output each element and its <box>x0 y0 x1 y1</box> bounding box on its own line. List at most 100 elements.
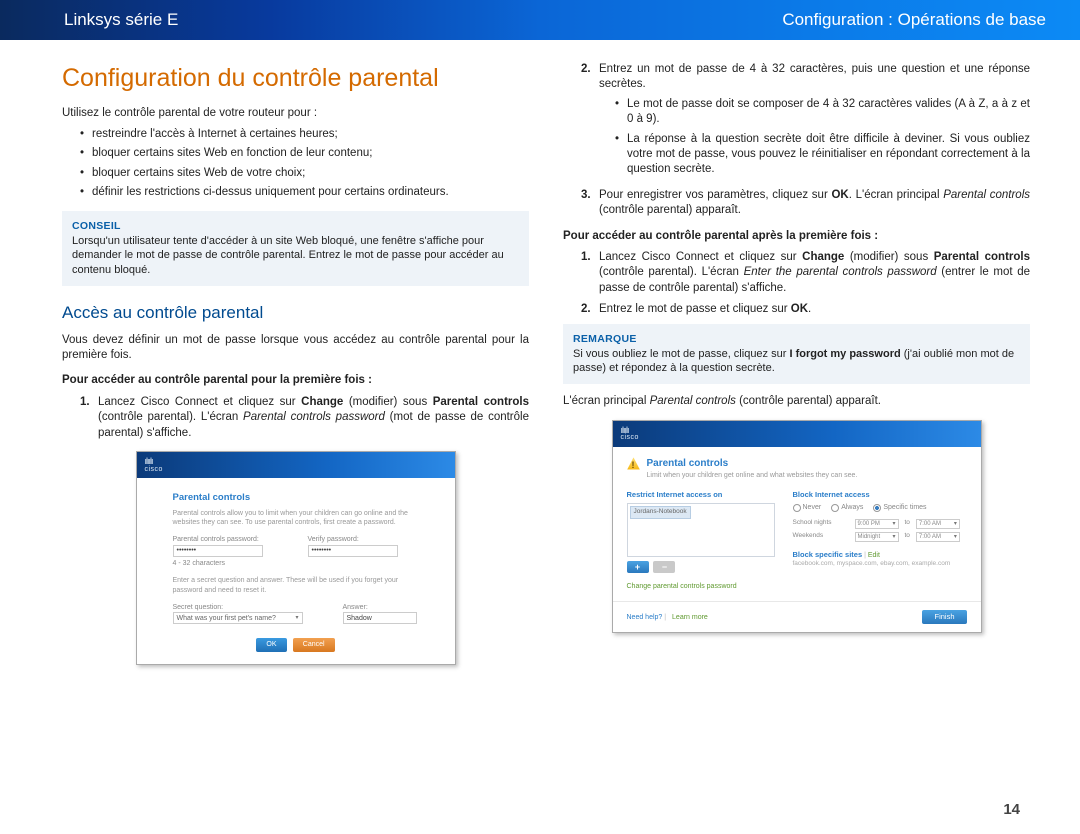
verify-input[interactable]: •••••••• <box>308 545 398 557</box>
remark-title: REMARQUE <box>573 332 1020 346</box>
radio-never[interactable] <box>793 504 801 512</box>
text: (contrôle parental). L'écran <box>599 266 744 278</box>
mock-title: Parental controls <box>647 457 858 470</box>
text: L'écran principal <box>563 395 650 407</box>
select-value: 9:00 PM <box>858 520 880 528</box>
bold: Change <box>301 396 343 408</box>
text: . <box>808 303 811 315</box>
list-body: Entrez un mot de passe de 4 à 32 caractè… <box>599 62 1030 182</box>
chevron-down-icon: ▾ <box>295 614 298 622</box>
secret-desc: Enter a secret question and answer. Thes… <box>173 576 419 595</box>
chevron-down-icon: ▾ <box>892 533 895 541</box>
intro-item: définir les restrictions ci-dessus uniqu… <box>80 185 529 200</box>
list-number: 1. <box>581 250 599 296</box>
chevron-down-icon: ▾ <box>954 533 957 541</box>
answer-label: Answer: <box>343 603 419 612</box>
sub-list: Le mot de passe doit se composer de 4 à … <box>615 97 1030 178</box>
first-time-heading: Pour accéder au contrôle parental pour l… <box>62 373 529 388</box>
section-heading: Accès au contrôle parental <box>62 302 529 325</box>
list-item: 1. Lancez Cisco Connect et cliquez sur C… <box>581 250 1030 296</box>
header-left: Linksys série E <box>64 10 178 30</box>
list-item: 3. Pour enregistrer vos paramètres, cliq… <box>581 188 1030 219</box>
radio-label: Never <box>803 504 822 511</box>
device-item[interactable]: Jordans-Notebook <box>630 506 691 519</box>
need-help-link[interactable]: Need help? <box>627 614 663 621</box>
intro-item: bloquer certains sites Web en fonction d… <box>80 146 529 161</box>
select-value: Midnight <box>858 533 881 541</box>
text: Entrez le mot de passe et cliquez sur <box>599 303 791 315</box>
secret-q-select[interactable]: What was your first pet's name? ▾ <box>173 612 303 624</box>
finish-button[interactable]: Finish <box>922 610 966 624</box>
intro-item: restreindre l'accès à Internet à certain… <box>80 127 529 142</box>
learn-more-link[interactable]: Learn more <box>672 614 708 621</box>
remove-button[interactable]: − <box>653 561 675 573</box>
block-heading: Block Internet access <box>793 490 967 500</box>
edit-link[interactable]: Edit <box>868 552 880 559</box>
hint: 4 - 32 characters <box>173 559 284 568</box>
mock-body: Parental controls Limit when your childr… <box>613 447 981 602</box>
intro-item: bloquer certains sites Web de votre choi… <box>80 166 529 181</box>
time-select[interactable]: 7:00 AM ▾ <box>916 532 960 542</box>
list-body: Pour enregistrer vos paramètres, cliquez… <box>599 188 1030 219</box>
to-label: to <box>905 532 910 541</box>
text: Entrez un mot de passe de 4 à 32 caractè… <box>599 63 1030 90</box>
device-listbox[interactable]: Jordans-Notebook <box>627 503 775 557</box>
italic: Parental controls <box>650 395 736 407</box>
mock-body: Parental controls Parental controls allo… <box>137 478 455 664</box>
list-number: 3. <box>581 188 599 219</box>
page-number: 14 <box>1003 801 1020 818</box>
intro-text: Utilisez le contrôle parental de votre r… <box>62 106 529 121</box>
cancel-button[interactable]: Cancel <box>293 638 335 651</box>
bold: Parental controls <box>934 251 1030 263</box>
text: . L'écran principal <box>849 189 943 201</box>
mock-title: Parental controls <box>173 492 419 505</box>
bold: OK <box>831 189 848 201</box>
mock-desc: Limit when your children get online and … <box>647 471 858 480</box>
change-password-link[interactable]: Change parental controls password <box>627 582 777 591</box>
select-value: What was your first pet's name? <box>177 614 276 623</box>
bold: Change <box>802 251 844 263</box>
page-content: Configuration du contrôle parental Utili… <box>0 40 1080 675</box>
mock-header: ılıılıcisco <box>613 421 981 447</box>
text: (modifier) sous <box>343 396 432 408</box>
screenshot-parental-main: ılıılıcisco Parental controls Limit when… <box>612 420 982 634</box>
chevron-down-icon: ▾ <box>892 520 895 528</box>
main-screen-text: L'écran principal Parental controls (con… <box>563 394 1030 409</box>
answer-input[interactable]: Shadow <box>343 612 417 624</box>
header-right: Configuration : Opérations de base <box>782 10 1046 30</box>
text: (contrôle parental). L'écran <box>98 411 243 423</box>
tip-box: CONSEIL Lorsqu'un utilisateur tente d'ac… <box>62 211 529 286</box>
ordered-list: 1. Lancez Cisco Connect et cliquez sur C… <box>581 250 1030 318</box>
mock-footer: Need help? | Learn more Finish <box>613 601 981 632</box>
intro-list: restreindre l'accès à Internet à certain… <box>80 127 529 201</box>
time-select[interactable]: Midnight ▾ <box>855 532 899 542</box>
italic: Parental controls password <box>243 411 385 423</box>
verify-label: Verify password: <box>308 535 419 544</box>
page-header: Linksys série E Configuration : Opératio… <box>0 0 1080 40</box>
password-input[interactable]: •••••••• <box>173 545 263 557</box>
text: Lancez Cisco Connect et cliquez sur <box>98 396 301 408</box>
text: (contrôle parental) apparaît. <box>736 395 881 407</box>
block-sites-heading: Block specific sites <box>793 550 863 559</box>
time-select[interactable]: 7:00 AM▾ <box>916 519 960 529</box>
ok-button[interactable]: OK <box>256 638 286 651</box>
cisco-logo: ılıılıcisco <box>145 457 163 473</box>
select-value: 7:00 AM <box>919 533 941 541</box>
warning-icon <box>627 457 641 471</box>
list-number: 2. <box>581 302 599 317</box>
text: Si vous oubliez le mot de passe, cliquez… <box>573 348 789 360</box>
radio-specific[interactable] <box>873 504 881 512</box>
bold: OK <box>791 303 808 315</box>
italic: Parental controls <box>943 189 1030 201</box>
to-label: to <box>905 519 910 528</box>
list-body: Lancez Cisco Connect et cliquez sur Chan… <box>98 395 529 441</box>
left-column: Configuration du contrôle parental Utili… <box>62 62 529 665</box>
radio-always[interactable] <box>831 504 839 512</box>
ordered-list: 1. Lancez Cisco Connect et cliquez sur C… <box>80 395 529 441</box>
access-intro: Vous devez définir un mot de passe lorsq… <box>62 333 529 364</box>
ordered-list: 2. Entrez un mot de passe de 4 à 32 cara… <box>581 62 1030 219</box>
add-button[interactable]: + <box>627 561 649 573</box>
blocked-sites: facebook.com, myspace.com, ebay.com, exa… <box>793 560 967 569</box>
time-select[interactable]: 9:00 PM ▾ <box>855 519 899 529</box>
remark-box: REMARQUE Si vous oubliez le mot de passe… <box>563 324 1030 385</box>
